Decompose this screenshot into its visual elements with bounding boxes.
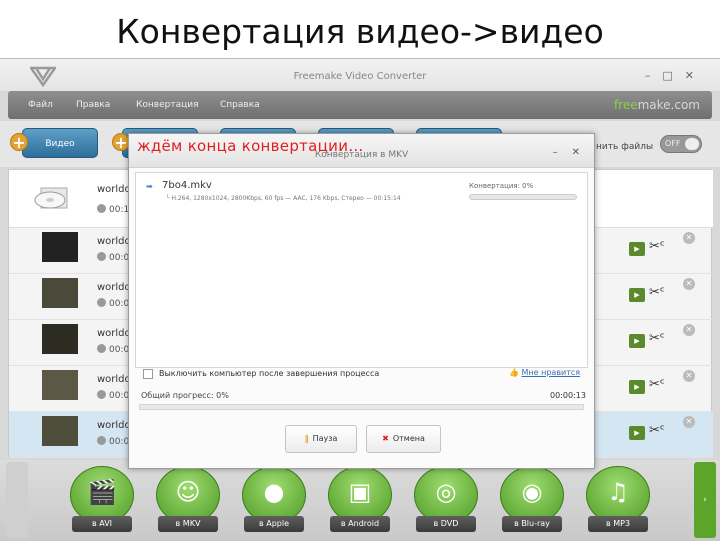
job-list: ➡ 7bo4.mkv └ H.264, 1280x1024, 2800Kbps,… [135,172,588,368]
matryoshka-icon: ☺ [175,478,201,506]
window-title: Freemake Video Converter [293,71,427,82]
menu-help[interactable]: Справка [220,100,260,110]
dvd-disc-icon [34,187,68,209]
format-bluray-button[interactable]: ◉ в Blu-ray [500,466,564,534]
overall-progress-label: Общий прогресс: 0% [141,391,229,400]
file-name: worldo [97,374,131,385]
menu-file[interactable]: Файл [28,100,53,110]
play-icon[interactable]: ▶ [629,288,645,302]
file-name: worldo [97,328,131,339]
format-dvd-button[interactable]: ◎ в DVD [414,466,478,534]
clock-icon [97,344,106,353]
play-icon[interactable]: ▶ [629,426,645,440]
close-icon[interactable]: ✕ [572,147,580,158]
minimize-icon[interactable]: – [645,69,651,82]
format-mp3-button[interactable]: ♫ в MP3 [586,466,650,534]
plus-icon: + [10,133,28,151]
close-icon: ✖ [382,434,389,443]
file-duration: 00:0 [97,298,129,309]
scissors-icon[interactable]: ✂ᶜ [649,285,665,300]
play-icon[interactable]: ▶ [629,380,645,394]
clock-icon [97,436,106,445]
format-apple-button[interactable]: ● в Apple [242,466,306,534]
bluray-icon: ◉ [521,478,543,506]
like-link[interactable]: 👍 Мне нравится [509,368,580,377]
add-video-button[interactable]: Видео [22,128,98,158]
scissors-icon[interactable]: ✂ᶜ [649,239,665,254]
brand-link[interactable]: freemake.com [614,98,700,112]
scroll-right-button[interactable]: › [694,462,716,538]
play-icon[interactable]: ▶ [629,334,645,348]
file-duration: 00:0 [97,344,129,355]
conversion-dialog: Конвертация в MKV ждём конца конвертации… [128,133,595,469]
remove-icon[interactable]: ✕ [683,278,695,290]
remove-icon[interactable]: ✕ [683,232,695,244]
clock-icon [97,390,106,399]
video-thumbnail [42,278,78,308]
file-name: worldo [97,184,131,195]
menu-edit[interactable]: Правка [76,100,110,110]
scroll-left-button[interactable] [6,462,28,538]
file-name: worldo [97,420,131,431]
job-progress-bar [469,194,577,200]
elapsed-time: 00:00:13 [550,391,586,400]
pause-icon: ‖ [304,434,309,443]
minimize-icon[interactable]: – [553,147,558,158]
arrow-right-icon: ➡ [146,182,153,191]
close-icon[interactable]: ✕ [685,69,694,82]
headphones-icon: ♫ [607,478,629,506]
format-android-button[interactable]: ▣ в Android [328,466,392,534]
job-status: Конвертация: 0% [469,182,534,190]
film-clapper-icon: 🎬 [87,478,117,506]
format-bar: › 🎬 в AVI ☺ в MKV ● в Apple ▣ в Android … [0,460,720,541]
scissors-icon[interactable]: ✂ᶜ [649,331,665,346]
shutdown-label: Выключить компьютер после завершения про… [159,369,380,378]
android-icon: ▣ [348,478,372,506]
overall-progress-bar [139,404,584,410]
dvd-disc-icon: ◎ [435,478,457,506]
format-mkv-button[interactable]: ☺ в MKV [156,466,220,534]
video-thumbnail [42,416,78,446]
video-thumbnail [42,232,78,262]
job-filename: 7bo4.mkv [162,180,212,191]
scissors-icon[interactable]: ✂ᶜ [649,377,665,392]
file-duration: 00:0 [97,252,129,263]
maximize-icon[interactable]: □ [662,69,672,82]
red-annotation: ждём конца конвертации… [137,137,364,155]
job-details: └ H.264, 1280x1024, 2800Kbps, 60 fps — A… [166,195,401,202]
remove-icon[interactable]: ✕ [683,416,695,428]
clock-icon [97,204,106,213]
remove-icon[interactable]: ✕ [683,370,695,382]
thumbs-up-icon: 👍 [509,368,522,377]
scissors-icon[interactable]: ✂ᶜ [649,423,665,438]
file-name: worldo [97,236,131,247]
merge-files-label: нить файлы [596,142,654,152]
video-thumbnail [42,370,78,400]
apple-icon: ● [263,478,285,506]
format-avi-button[interactable]: 🎬 в AVI [70,466,134,534]
merge-toggle[interactable]: OFF [660,135,702,153]
play-icon[interactable]: ▶ [629,242,645,256]
menu-convert[interactable]: Конвертация [136,100,198,110]
file-duration: 00:0 [97,436,129,447]
remove-icon[interactable]: ✕ [683,324,695,336]
video-thumbnail [42,324,78,354]
clock-icon [97,298,106,307]
file-duration: 00:0 [97,390,129,401]
cancel-button[interactable]: ✖ Отмена [366,425,441,453]
title-bar: Freemake Video Converter – □ ✕ [0,59,720,91]
dialog-header: Конвертация в MKV ждём конца конвертации… [129,134,594,168]
slide-title: Конвертация видео->видео [116,12,604,51]
shutdown-checkbox[interactable] [143,369,153,379]
pause-button[interactable]: ‖ Пауза [285,425,357,453]
clock-icon [97,252,106,261]
menu-bar: Файл Правка Конвертация Справка freemake… [8,91,712,119]
file-name: worldo [97,282,131,293]
